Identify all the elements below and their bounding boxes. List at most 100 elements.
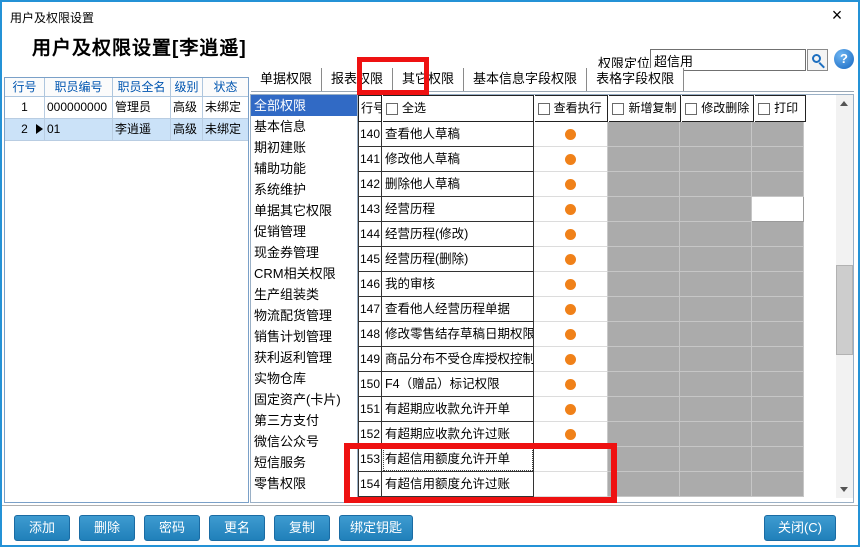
permission-row[interactable]: 153 有超信用额度允许开单	[358, 447, 806, 472]
view-exec-cell[interactable]	[534, 397, 608, 422]
footer-button[interactable]: 密码	[144, 515, 200, 541]
permission-row[interactable]: 149 商品分布不受仓库授权控制	[358, 347, 806, 372]
permission-row[interactable]: 142 删除他人草稿	[358, 172, 806, 197]
permission-row[interactable]: 140 查看他人草稿	[358, 122, 806, 147]
category-item[interactable]: 系统维护	[251, 179, 357, 200]
permission-row[interactable]: 151 有超期应收款允许开单	[358, 397, 806, 422]
employee-row[interactable]: 2 01 李逍遥 高级 未绑定	[5, 119, 248, 141]
category-item[interactable]: CRM相关权限	[251, 263, 357, 284]
close-button[interactable]: 关闭(C)	[764, 515, 836, 541]
permission-name-cell[interactable]: 有超期应收款允许开单	[382, 397, 534, 422]
permission-row[interactable]: 146 我的审核	[358, 272, 806, 297]
permission-name-cell[interactable]: 查看他人经营历程单据	[382, 297, 534, 322]
view-exec-cell[interactable]	[534, 322, 608, 347]
view-exec-cell[interactable]	[534, 447, 608, 472]
permission-name-cell[interactable]: 修改他人草稿	[382, 147, 534, 172]
column-checkbox[interactable]	[685, 103, 697, 115]
category-item[interactable]: 基本信息	[251, 116, 357, 137]
view-exec-cell[interactable]	[534, 372, 608, 397]
view-exec-cell[interactable]	[534, 247, 608, 272]
grid-column-header[interactable]: 修改删除	[682, 95, 754, 122]
permission-row[interactable]: 147 查看他人经营历程单据	[358, 297, 806, 322]
view-exec-cell[interactable]	[534, 472, 608, 497]
footer-button[interactable]: 更名	[209, 515, 265, 541]
category-item[interactable]: 生产组装类	[251, 284, 357, 305]
category-item[interactable]: 现金券管理	[251, 242, 357, 263]
category-item[interactable]: 全部权限	[251, 95, 357, 116]
permission-name-cell[interactable]: 查看他人草稿	[382, 122, 534, 147]
employee-column-header[interactable]: 职员编号	[45, 78, 113, 97]
permission-name-cell[interactable]: F4（赠品）标记权限	[382, 372, 534, 397]
permission-name-cell[interactable]: 有超期应收款允许过账	[382, 422, 534, 447]
category-item[interactable]: 固定资产(卡片)	[251, 389, 357, 410]
permission-row[interactable]: 145 经营历程(删除)	[358, 247, 806, 272]
employee-row[interactable]: 1 000000000 管理员 高级 未绑定	[5, 97, 248, 119]
category-item[interactable]: 实物仓库	[251, 368, 357, 389]
category-item[interactable]: 单据其它权限	[251, 200, 357, 221]
view-exec-cell[interactable]	[534, 422, 608, 447]
tab[interactable]: 单据权限	[251, 68, 322, 91]
scrollbar-thumb[interactable]	[836, 265, 853, 355]
view-exec-cell[interactable]	[534, 147, 608, 172]
permission-name-cell[interactable]: 有超信用额度允许过账	[382, 472, 534, 497]
category-item[interactable]: 第三方支付	[251, 410, 357, 431]
permission-row[interactable]: 141 修改他人草稿	[358, 147, 806, 172]
permission-name-cell[interactable]: 有超信用额度允许开单	[382, 447, 534, 472]
grid-column-header[interactable]: 查看执行	[535, 95, 609, 122]
permission-name-cell[interactable]: 我的审核	[382, 272, 534, 297]
category-item[interactable]: 零售权限	[251, 473, 357, 494]
view-exec-cell[interactable]	[534, 297, 608, 322]
category-item[interactable]: 获利返利管理	[251, 347, 357, 368]
grid-column-header[interactable]: 全选	[383, 95, 534, 122]
column-checkbox[interactable]	[612, 103, 624, 115]
column-checkbox[interactable]	[538, 103, 550, 115]
permission-name-cell[interactable]: 商品分布不受仓库授权控制	[382, 347, 534, 372]
tab[interactable]: 报表权限	[322, 68, 393, 91]
employee-column-header[interactable]: 职员全名	[113, 78, 171, 97]
permission-name-cell[interactable]: 经营历程(修改)	[382, 222, 534, 247]
employee-column-header[interactable]: 级别	[171, 78, 203, 97]
category-item[interactable]: 促销管理	[251, 221, 357, 242]
view-exec-cell[interactable]	[534, 347, 608, 372]
view-exec-cell[interactable]	[534, 222, 608, 247]
tab[interactable]: 表格字段权限	[587, 68, 684, 91]
permission-row[interactable]: 152 有超期应收款允许过账	[358, 422, 806, 447]
tab[interactable]: 基本信息字段权限	[464, 68, 587, 91]
permission-row[interactable]: 154 有超信用额度允许过账	[358, 472, 806, 497]
category-item[interactable]: 短信服务	[251, 452, 357, 473]
footer-button[interactable]: 添加	[14, 515, 70, 541]
permission-name-cell[interactable]: 经营历程(删除)	[382, 247, 534, 272]
help-icon[interactable]: ?	[834, 49, 854, 69]
permission-row[interactable]: 143 经营历程	[358, 197, 806, 222]
tab[interactable]: 其它权限	[393, 68, 464, 91]
footer-button[interactable]: 绑定钥匙	[339, 515, 413, 541]
category-item[interactable]: 辅助功能	[251, 158, 357, 179]
category-item[interactable]: 期初建账	[251, 137, 357, 158]
category-item[interactable]: 物流配货管理	[251, 305, 357, 326]
scroll-down-button[interactable]	[836, 481, 853, 498]
permission-row[interactable]: 144 经营历程(修改)	[358, 222, 806, 247]
employee-column-header[interactable]: 行号	[5, 78, 45, 97]
permission-row[interactable]: 148 修改零售结存草稿日期权限	[358, 322, 806, 347]
grid-column-header[interactable]: 打印	[755, 95, 806, 122]
scroll-up-button[interactable]	[836, 95, 853, 112]
footer-button[interactable]: 删除	[79, 515, 135, 541]
permission-name-cell[interactable]: 删除他人草稿	[382, 172, 534, 197]
vertical-scrollbar[interactable]	[836, 95, 853, 498]
employee-column-header[interactable]: 状态	[203, 78, 248, 97]
permission-name-cell[interactable]: 修改零售结存草稿日期权限	[382, 322, 534, 347]
edit-delete-cell	[680, 172, 752, 197]
grid-column-header[interactable]: 新增复制	[609, 95, 681, 122]
permission-row[interactable]: 150 F4（赠品）标记权限	[358, 372, 806, 397]
view-exec-cell[interactable]	[534, 172, 608, 197]
close-icon[interactable]: ×	[826, 4, 848, 26]
category-item[interactable]: 销售计划管理	[251, 326, 357, 347]
column-checkbox[interactable]	[758, 103, 770, 115]
column-checkbox[interactable]	[386, 103, 398, 115]
footer-button[interactable]: 复制	[274, 515, 330, 541]
permission-name-cell[interactable]: 经营历程	[382, 197, 534, 222]
view-exec-cell[interactable]	[534, 272, 608, 297]
category-item[interactable]: 微信公众号	[251, 431, 357, 452]
view-exec-cell[interactable]	[534, 197, 608, 222]
view-exec-cell[interactable]	[534, 122, 608, 147]
